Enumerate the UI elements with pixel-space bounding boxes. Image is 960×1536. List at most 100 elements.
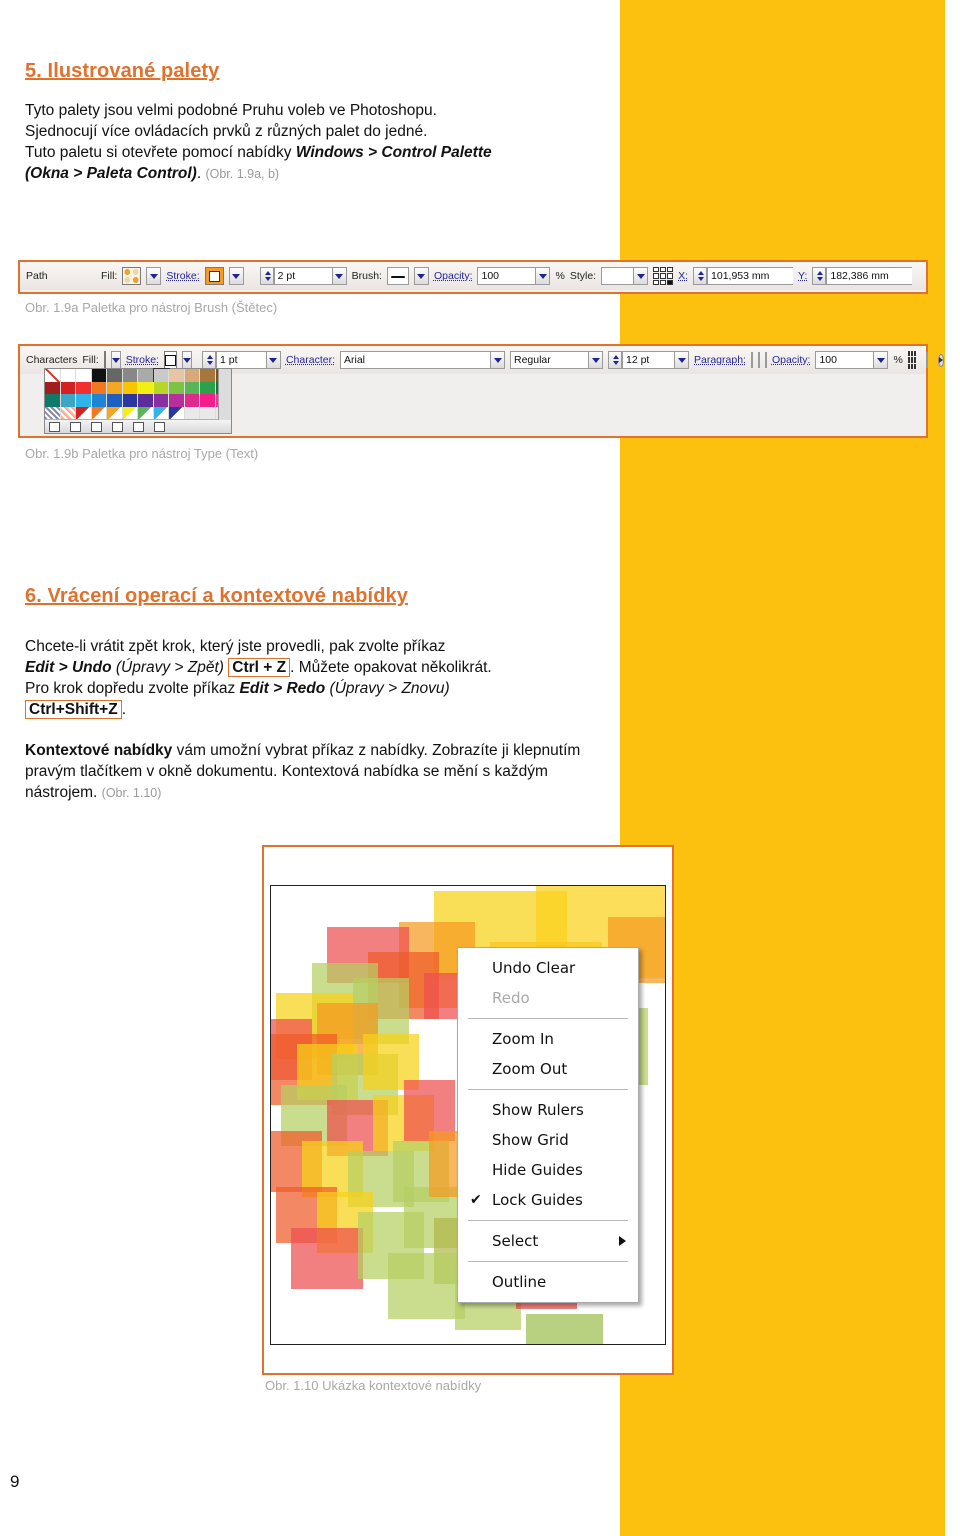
swatch-pink[interactable] (200, 394, 216, 407)
swatch-dark-blue[interactable] (107, 394, 123, 407)
opacity-value-b[interactable]: 100 (815, 351, 874, 369)
swatch-violet[interactable] (138, 394, 154, 407)
align-right-icon[interactable] (764, 352, 767, 368)
swatch-orange[interactable] (91, 381, 107, 395)
swatch-amber[interactable] (122, 381, 138, 395)
swatch-row-gradients[interactable] (45, 406, 231, 420)
font-family-value[interactable]: Arial (340, 351, 490, 369)
swatch-gradient-blue[interactable] (169, 406, 185, 420)
swatch-row[interactable] (45, 368, 231, 383)
menu-item[interactable]: Hide Guides (458, 1155, 638, 1185)
menu-item[interactable]: Show Rulers (458, 1095, 638, 1125)
opacity-slider-icon[interactable] (535, 267, 551, 285)
style-dropdown-icon[interactable] (633, 267, 649, 285)
swatch-light-green[interactable] (169, 381, 185, 395)
swatch-gray-70[interactable] (107, 369, 123, 382)
swatch-magenta[interactable] (184, 394, 200, 407)
swatch-gradient-orange[interactable] (91, 406, 107, 420)
swatch-magenta-dark[interactable] (169, 394, 185, 407)
fill-swatch-b[interactable] (103, 351, 106, 369)
y-position-value[interactable]: 182,386 mm (826, 267, 913, 285)
swatch-gradient-amber[interactable] (107, 406, 123, 420)
stroke-weight-dropdown-icon[interactable] (331, 267, 347, 285)
fill-dropdown-icon-b[interactable] (110, 351, 121, 369)
swatch-registration[interactable] (60, 369, 76, 382)
swatch-dark-green[interactable] (200, 381, 216, 395)
swatch-light-orange[interactable] (107, 381, 123, 395)
menu-item[interactable]: Undo Clear (458, 953, 638, 983)
x-label[interactable]: X: (678, 270, 688, 282)
stroke-dropdown-icon[interactable] (228, 267, 244, 285)
swatch-gray-35[interactable] (138, 369, 154, 382)
opacity-value[interactable]: 100 (477, 267, 536, 285)
swatch-green[interactable] (184, 381, 200, 395)
swatch-pattern-icon[interactable] (112, 421, 123, 432)
swatch-white[interactable] (76, 369, 92, 382)
x-spinner-icon[interactable] (693, 267, 708, 285)
font-size-value[interactable]: 12 pt (622, 351, 674, 369)
menu-item[interactable]: Outline (458, 1267, 638, 1297)
fill-swatch[interactable] (122, 267, 142, 285)
paragraph-label[interactable]: Paragraph: (694, 354, 746, 366)
swatch-row[interactable] (45, 381, 231, 395)
stroke-weight-field[interactable]: 2 pt (259, 267, 347, 285)
menu-item[interactable]: Zoom Out (458, 1054, 638, 1084)
stroke-weight-value[interactable]: 2 pt (273, 267, 332, 285)
color-swatch-panel[interactable] (44, 368, 232, 434)
x-position-field[interactable]: 101,953 mm (693, 267, 794, 285)
stroke-label-b[interactable]: Stroke: (126, 354, 159, 366)
swatch-navy[interactable] (122, 394, 138, 407)
stroke-swatch-b[interactable] (163, 351, 177, 369)
swatch-bright-red[interactable] (76, 381, 92, 395)
font-style-dropdown-icon[interactable] (588, 351, 603, 369)
swatch-scrollbar[interactable] (218, 369, 231, 420)
stroke-weight-spinner-icon-b[interactable] (201, 351, 216, 369)
swatch-brown[interactable] (200, 369, 216, 382)
style-field[interactable] (601, 267, 649, 285)
swatch-delete-icon[interactable] (154, 421, 165, 432)
swatch-light-brown[interactable] (184, 369, 200, 382)
brush-preview[interactable] (386, 267, 409, 285)
swatch-gradient-icon[interactable] (91, 421, 102, 432)
align-left-icon[interactable] (750, 352, 753, 368)
swatch-purple[interactable] (153, 394, 169, 407)
brush-dropdown-icon[interactable] (413, 267, 429, 285)
reference-point-icon-b[interactable] (907, 351, 916, 369)
swatch-gray-20-selected[interactable] (152, 368, 170, 383)
font-size-dropdown-icon[interactable] (674, 351, 689, 369)
font-family-dropdown-icon[interactable] (490, 351, 505, 369)
swatch-gray-50[interactable] (122, 369, 138, 382)
swatch-yellow[interactable] (138, 381, 154, 395)
y-position-field[interactable]: 182,386 mm (812, 267, 913, 285)
swatch-gradient-red[interactable] (76, 406, 92, 420)
stroke-weight-dropdown-icon-b[interactable] (265, 351, 281, 369)
swatch-tan[interactable] (169, 369, 185, 382)
swatch-gradient-green[interactable] (138, 406, 154, 420)
swatch-yellow-green[interactable] (153, 381, 169, 395)
swatch-cyan[interactable] (76, 394, 92, 407)
y-spinner-icon[interactable] (812, 267, 827, 285)
x-position-value[interactable]: 101,953 mm (707, 267, 794, 285)
font-style-field[interactable]: Regular (510, 351, 603, 369)
new-document-icon[interactable] (925, 352, 928, 368)
swatch-teal[interactable] (45, 394, 61, 407)
swatch-black[interactable] (91, 369, 107, 382)
font-size-field[interactable]: 12 pt (608, 351, 689, 369)
opacity-label[interactable]: Opacity: (434, 270, 473, 282)
menu-item[interactable]: Zoom In (458, 1024, 638, 1054)
menu-item[interactable]: ✔ Lock Guides (458, 1185, 638, 1215)
swatch-dark-red[interactable] (45, 381, 61, 395)
character-label[interactable]: Character: (286, 354, 335, 366)
stroke-weight-value-b[interactable]: 1 pt (215, 351, 266, 369)
swatch-new-icon[interactable] (133, 421, 144, 432)
swatch-gradient-yellow[interactable] (122, 406, 138, 420)
font-family-field[interactable]: Arial (340, 351, 505, 369)
stroke-weight-field-b[interactable]: 1 pt (201, 351, 281, 369)
stroke-label[interactable]: Stroke: (166, 270, 199, 282)
swatch-gradient-cyan[interactable] (153, 406, 169, 420)
align-center-icon[interactable] (757, 352, 760, 368)
swatch-pattern-1[interactable] (45, 406, 61, 420)
style-value[interactable] (601, 267, 634, 285)
opacity-field-b[interactable]: 100 (815, 351, 889, 369)
fill-dropdown-icon[interactable] (146, 267, 162, 285)
